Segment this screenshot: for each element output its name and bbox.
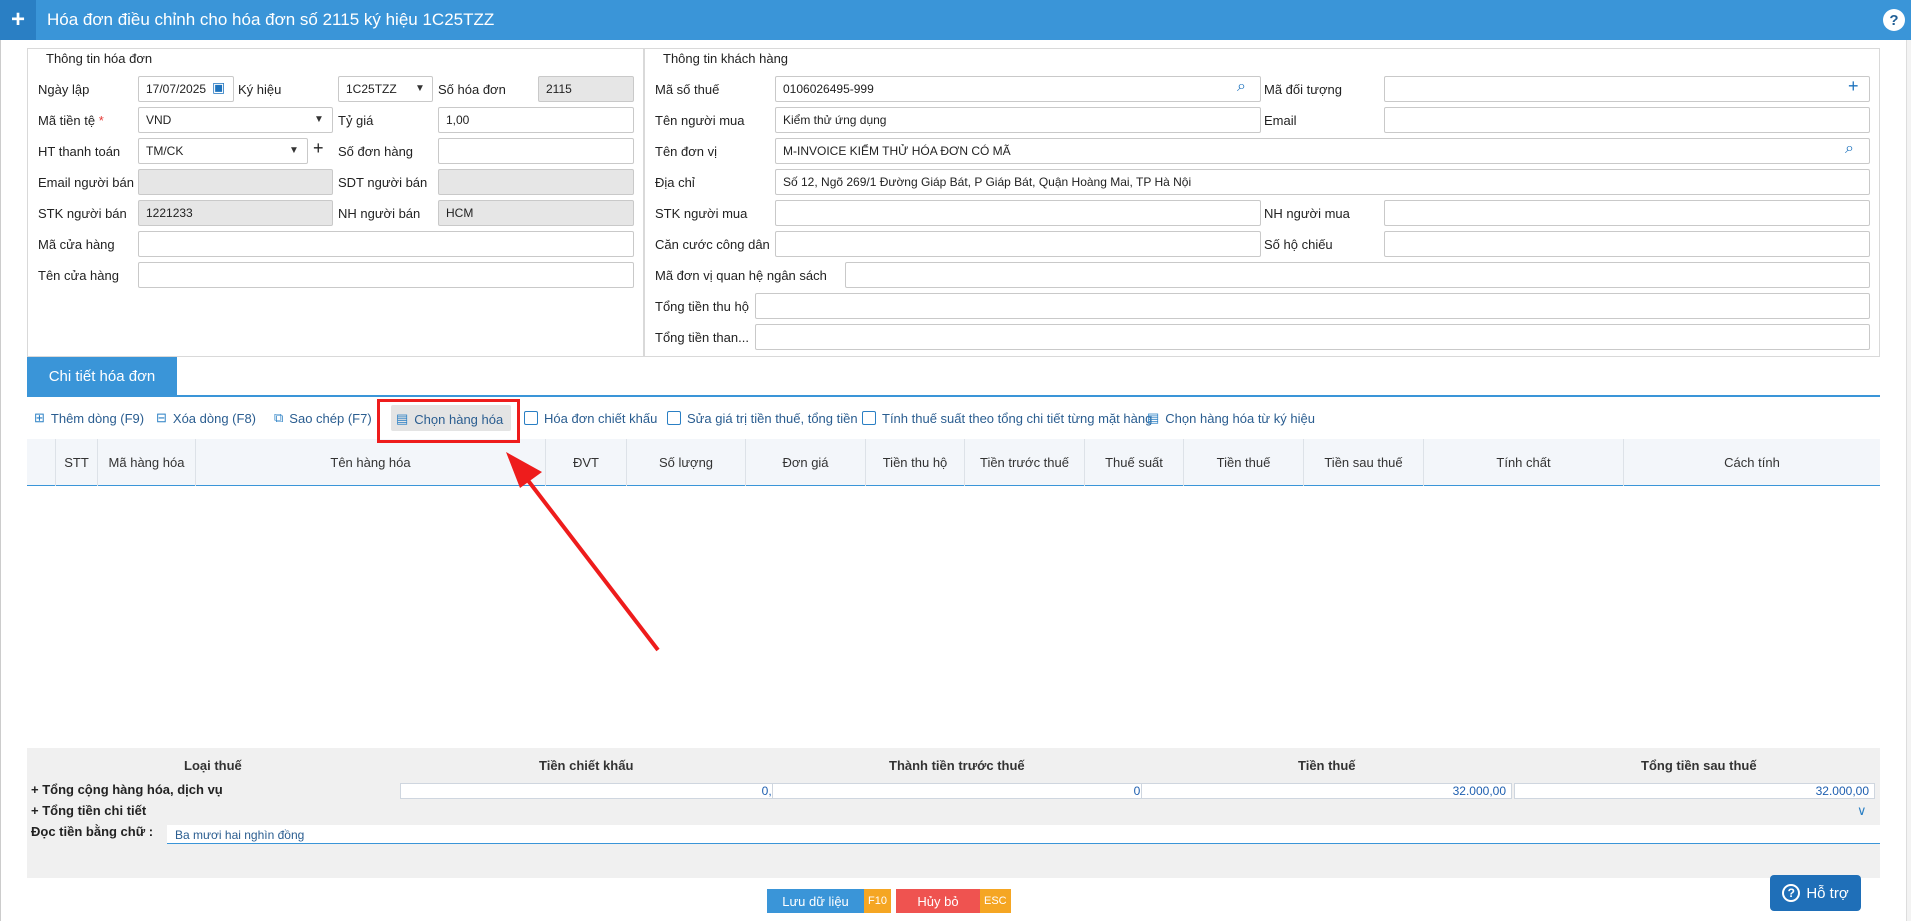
question-icon: ?: [1782, 884, 1801, 902]
summary-header-tien-thue: Tiền thuế: [1298, 758, 1356, 773]
doc-tien-label: Đọc tiền bằng chữ :: [31, 824, 154, 839]
doc-tien-value: Ba mươi hai nghìn đồng: [167, 825, 1880, 844]
cancel-label: Hủy bỏ: [896, 889, 980, 913]
support-label: Hỗ trợ: [1806, 884, 1849, 902]
thanh-tien-truoc-thue-value: 0,00: [772, 783, 1163, 799]
save-button[interactable]: Lưu dữ liệu F10: [767, 889, 891, 913]
cancel-shortcut: ESC: [980, 889, 1011, 913]
tien-chiet-khau-value: 0,00: [400, 783, 791, 799]
arrow-head: [506, 452, 542, 488]
summary-header-tong-tien-sau-thue: Tổng tiền sau thuế: [1641, 758, 1757, 773]
tong-tien-sau-thue-value: 32.000,00: [1514, 783, 1875, 799]
chevron-down-icon[interactable]: ∨: [1857, 803, 1867, 819]
summary-header-tien-chiet-khau: Tiền chiết khấu: [539, 758, 634, 773]
summary-header-thanh-tien-truoc-thue: Thành tiền trước thuế: [889, 758, 1025, 773]
arrow-shaft: [518, 468, 660, 652]
save-label: Lưu dữ liệu: [767, 889, 864, 913]
summary-header-loai-thue: Loại thuế: [184, 758, 242, 773]
tong-tien-chi-tiet-row-label[interactable]: + Tổng tiền chi tiết: [31, 803, 146, 818]
save-shortcut: F10: [864, 889, 891, 913]
cancel-button[interactable]: Hủy bỏ ESC: [896, 889, 1011, 913]
summary-panel: Loại thuế Tiền chiết khấu Thành tiền trư…: [27, 748, 1880, 878]
tien-thue-value: 32.000,00: [1141, 783, 1512, 799]
tong-cong-row-label[interactable]: + Tổng cộng hàng hóa, dịch vụ: [31, 782, 223, 797]
support-button[interactable]: ? Hỗ trợ: [1770, 875, 1861, 911]
